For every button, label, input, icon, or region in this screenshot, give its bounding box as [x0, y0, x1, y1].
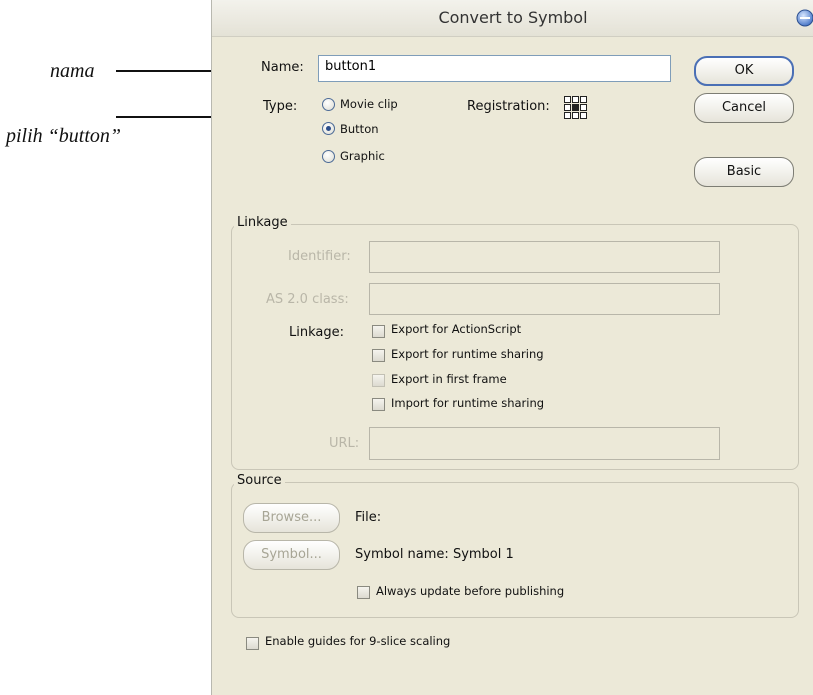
browse-button[interactable]: Browse... [243, 503, 340, 533]
nine-slice-checkbox[interactable] [246, 637, 259, 650]
radio-selected-dot [326, 126, 331, 131]
radio-movie-clip[interactable] [322, 98, 335, 111]
always-update-checkbox[interactable] [357, 586, 370, 599]
export-first-frame-label: Export in first frame [391, 372, 507, 386]
registration-point[interactable] [572, 96, 579, 103]
symbol-name-text: Symbol name: Symbol 1 [355, 547, 514, 562]
registration-point[interactable] [564, 112, 571, 119]
export-actionscript-checkbox[interactable] [372, 325, 385, 338]
url-input[interactable] [369, 427, 720, 460]
type-label: Type: [263, 99, 298, 114]
registration-point[interactable] [564, 104, 571, 111]
registration-point-selected[interactable] [572, 104, 579, 111]
export-runtime-sharing-checkbox[interactable] [372, 349, 385, 362]
export-runtime-sharing-label: Export for runtime sharing [391, 347, 544, 361]
as-class-label: AS 2.0 class: [266, 292, 349, 307]
name-label: Name: [261, 60, 304, 75]
as-class-input[interactable] [369, 283, 720, 315]
identifier-input[interactable] [369, 241, 720, 273]
registration-grid-icon[interactable] [564, 96, 587, 119]
source-group-title: Source [234, 473, 285, 488]
symbol-button[interactable]: Symbol... [243, 540, 340, 570]
radio-graphic[interactable] [322, 150, 335, 163]
export-actionscript-label: Export for ActionScript [391, 322, 522, 336]
registration-point[interactable] [572, 112, 579, 119]
registration-point[interactable] [580, 104, 587, 111]
radio-button-label: Button [340, 122, 379, 136]
file-label: File: [355, 510, 382, 525]
dialog-title: Convert to Symbol [438, 8, 588, 27]
registration-point[interactable] [580, 96, 587, 103]
radio-movie-clip-label: Movie clip [340, 97, 398, 111]
registration-point[interactable] [580, 112, 587, 119]
import-runtime-sharing-label: Import for runtime sharing [391, 396, 545, 410]
url-label: URL: [329, 436, 360, 451]
convert-to-symbol-dialog: Convert to Symbol Name: button1 Type: Mo… [211, 0, 813, 695]
import-runtime-sharing-checkbox[interactable] [372, 398, 385, 411]
export-first-frame-checkbox[interactable] [372, 374, 385, 387]
basic-button[interactable]: Basic [694, 157, 794, 187]
registration-label: Registration: [467, 99, 550, 114]
identifier-label: Identifier: [288, 249, 351, 264]
cancel-button[interactable]: Cancel [694, 93, 794, 123]
nine-slice-label: Enable guides for 9-slice scaling [265, 634, 451, 648]
always-update-label: Always update before publishing [376, 584, 565, 598]
registration-point[interactable] [564, 96, 571, 103]
annotation-pilih-button: pilih “button” [6, 125, 122, 147]
ok-button[interactable]: OK [694, 56, 794, 86]
linkage-group-title: Linkage [234, 215, 291, 230]
radio-graphic-label: Graphic [340, 149, 385, 163]
radio-button[interactable] [322, 122, 335, 135]
title-bar: Convert to Symbol [212, 0, 813, 37]
linkage-label: Linkage: [289, 325, 344, 340]
close-circle-icon[interactable] [796, 9, 813, 27]
name-input[interactable]: button1 [318, 55, 671, 82]
annotation-nama: nama [50, 60, 95, 82]
